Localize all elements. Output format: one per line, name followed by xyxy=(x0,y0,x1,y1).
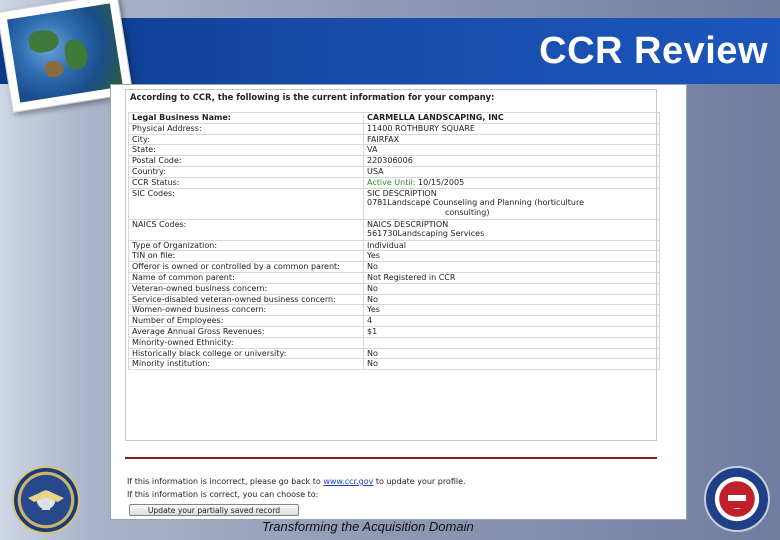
table-row: CCR Status: Active Until: 10/15/2005 xyxy=(128,176,660,189)
row-value: 220306006 xyxy=(363,155,660,167)
naics-line: 561730Landscaping Services xyxy=(367,229,485,239)
sic-line: consulting) xyxy=(445,208,490,218)
row-value: Individual xyxy=(363,239,660,252)
table-row: State: VA xyxy=(128,144,660,157)
ccr-gov-link[interactable]: www.ccr.gov xyxy=(323,477,373,486)
intro-text: According to CCR, the following is the c… xyxy=(130,92,495,102)
row-label: CCR Status: xyxy=(128,176,364,189)
table-row: NAICS Codes: NAICS DESCRIPTION 561730Lan… xyxy=(128,218,660,241)
incorrect-text-pre: If this information is incorrect, please… xyxy=(127,477,324,486)
row-value: No xyxy=(363,261,660,273)
table-row: Historically black college or university… xyxy=(128,347,660,360)
table-row: Average Annual Gross Revenues: $1 xyxy=(128,325,660,338)
table-row: TIN on file: Yes xyxy=(128,250,660,263)
row-value: NAICS DESCRIPTION 561730Landscaping Serv… xyxy=(363,218,660,241)
table-row: Postal Code: 220306006 xyxy=(128,155,660,167)
ccr-status-date: 10/15/2005 xyxy=(418,177,465,187)
footer-tagline: Transforming the Acquisition Domain xyxy=(262,519,474,534)
table-row: Minority-owned Ethnicity: xyxy=(128,336,660,349)
table-row: Type of Organization: Individual xyxy=(128,239,660,252)
table-row: Name of common parent: Not Registered in… xyxy=(128,271,660,284)
ccr-screenshot: According to CCR, the following is the c… xyxy=(110,84,687,520)
row-label: Minority institution: xyxy=(128,358,364,371)
table-row: Veteran-owned business concern: No xyxy=(128,282,660,295)
row-value: $1 xyxy=(363,325,660,338)
eagle-emblem-icon xyxy=(28,490,64,510)
table-row: Service-disabled veteran-owned business … xyxy=(128,293,660,306)
sic-header: SIC DESCRIPTION xyxy=(367,188,437,198)
row-value: 11400 ROTHBURY SQUARE xyxy=(363,122,660,135)
update-record-button[interactable]: Update your partially saved record xyxy=(129,504,299,516)
table-row: Physical Address: 11400 ROTHBURY SQUARE xyxy=(128,122,660,135)
row-value: No xyxy=(363,358,660,371)
incorrect-text-post: to update your profile. xyxy=(373,477,466,486)
row-label: Women-owned business concern: xyxy=(128,304,364,317)
soldier-figure xyxy=(44,59,65,79)
naics-header: NAICS DESCRIPTION xyxy=(367,219,449,229)
table-row: Country: USA xyxy=(128,165,660,178)
row-value: VA xyxy=(363,144,660,157)
row-label: Offeror is owned or controlled by a comm… xyxy=(128,261,364,273)
row-value: Yes xyxy=(363,250,660,263)
row-label: TIN on file: xyxy=(128,250,364,263)
row-value: 4 xyxy=(363,315,660,327)
row-label: Physical Address: xyxy=(128,122,364,135)
row-label: Country: xyxy=(128,165,364,178)
land-shape xyxy=(63,37,90,71)
incorrect-info-text: If this information is incorrect, please… xyxy=(127,477,466,486)
department-of-defense-seal-icon xyxy=(12,466,80,534)
slide-title: CCR Review xyxy=(539,30,768,72)
row-value: No xyxy=(363,282,660,295)
row-value: Active Until: 10/15/2005 xyxy=(363,176,660,189)
row-value: No xyxy=(363,347,660,360)
row-label: Service-disabled veteran-owned business … xyxy=(128,293,364,306)
row-value: Not Registered in CCR xyxy=(363,271,660,284)
land-shape xyxy=(27,27,61,55)
dod-program-seal-icon xyxy=(704,466,770,532)
globe-image xyxy=(7,3,123,103)
row-label: Legal Business Name: xyxy=(128,112,364,124)
row-label: Average Annual Gross Revenues: xyxy=(128,325,364,338)
row-label: Name of common parent: xyxy=(128,271,364,284)
row-value: CARMELLA LANDSCAPING, INC xyxy=(363,112,660,124)
row-label: Number of Employees: xyxy=(128,315,364,327)
row-label: Historically black college or university… xyxy=(128,347,364,360)
row-label: SIC Codes: xyxy=(128,187,364,220)
row-value xyxy=(363,336,660,349)
row-label: City: xyxy=(128,133,364,146)
table-row: Number of Employees: 4 xyxy=(128,315,660,327)
correct-info-text: If this information is correct, you can … xyxy=(127,490,319,499)
table-row: Minority institution: No xyxy=(128,358,660,371)
row-value: No xyxy=(363,293,660,306)
table-row: Women-owned business concern: Yes xyxy=(128,304,660,317)
row-label: State: xyxy=(128,144,364,157)
ccr-status-active: Active Until: xyxy=(367,177,416,187)
row-label: Type of Organization: xyxy=(128,239,364,252)
row-label: Minority-owned Ethnicity: xyxy=(128,336,364,349)
company-info-table: Legal Business Name: CARMELLA LANDSCAPIN… xyxy=(128,112,660,371)
table-row: SIC Codes: SIC DESCRIPTION 0781Landscape… xyxy=(128,187,660,220)
table-row: Legal Business Name: CARMELLA LANDSCAPIN… xyxy=(128,112,660,124)
dod-emblem-icon xyxy=(726,486,748,508)
company-info-box: According to CCR, the following is the c… xyxy=(125,89,660,441)
table-row: Offeror is owned or controlled by a comm… xyxy=(128,261,660,273)
row-label: Veteran-owned business concern: xyxy=(128,282,364,295)
row-label: NAICS Codes: xyxy=(128,218,364,241)
table-row: City: FAIRFAX xyxy=(128,133,660,146)
section-divider xyxy=(125,457,657,459)
row-label: Postal Code: xyxy=(128,155,364,167)
row-value: USA xyxy=(363,165,660,178)
row-value: FAIRFAX xyxy=(363,133,660,146)
row-value: SIC DESCRIPTION 0781Landscape Counseling… xyxy=(363,187,660,220)
sic-line: 0781Landscape Counseling and Planning (h… xyxy=(367,198,584,208)
row-value: Yes xyxy=(363,304,660,317)
